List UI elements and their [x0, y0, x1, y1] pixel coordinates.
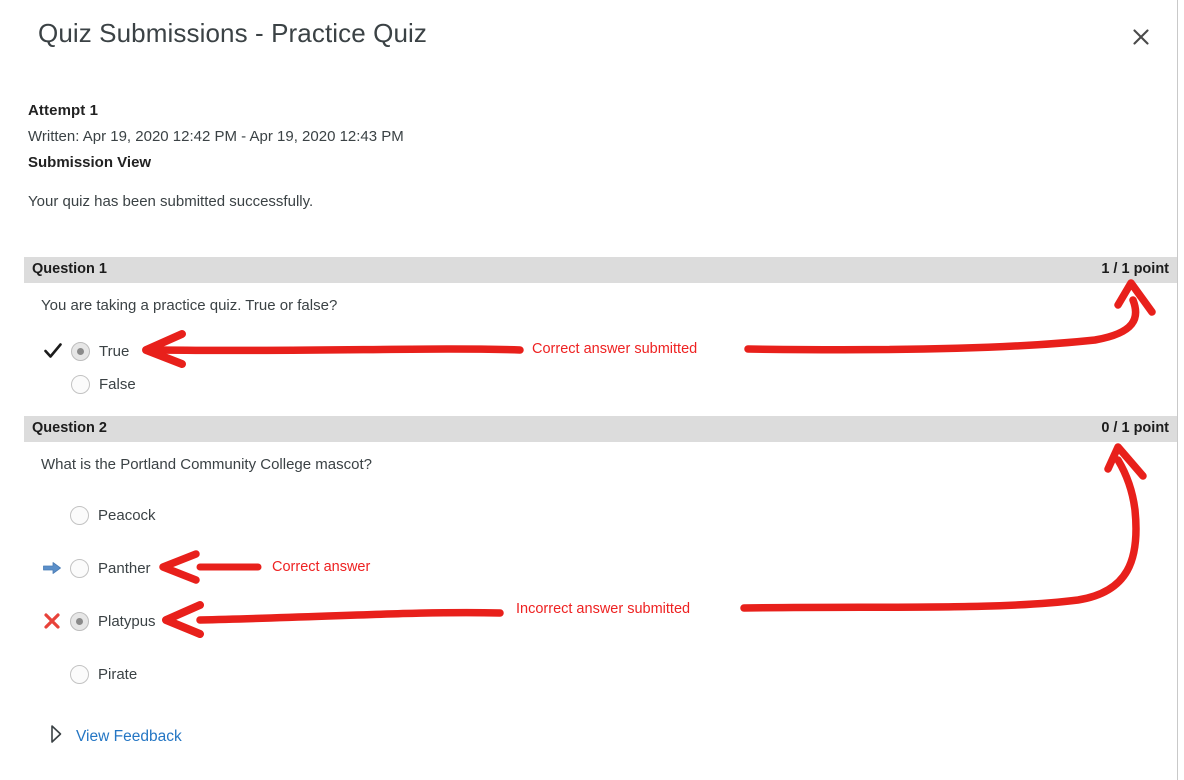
question-2-label: Question 2: [32, 420, 107, 436]
right-gutter: [1178, 0, 1184, 780]
option-label-false: False: [99, 375, 136, 393]
option-label-panther: Panther: [98, 559, 151, 577]
dialog-header: Quiz Submissions - Practice Quiz: [0, 0, 1177, 72]
arrow-right-icon: [40, 557, 64, 579]
radio-false[interactable]: [71, 374, 90, 394]
option-label-platypus: Platypus: [98, 612, 156, 630]
submission-status-message: Your quiz has been submitted successfull…: [28, 193, 314, 210]
question-2-option-panther[interactable]: Panther: [43, 556, 151, 580]
radio-pirate[interactable]: [70, 664, 89, 684]
attempt-info: Attempt 1 Written: Apr 19, 2020 12:42 PM…: [28, 102, 1128, 210]
check-icon: [41, 340, 65, 362]
radio-platypus[interactable]: [70, 611, 89, 631]
question-2-option-platypus[interactable]: Platypus: [44, 609, 156, 633]
question-1-header: Question 1 1 / 1 point: [24, 257, 1177, 283]
question-1-text: You are taking a practice quiz. True or …: [41, 297, 338, 314]
attempt-heading: Attempt 1: [28, 102, 99, 119]
submission-view-heading: Submission View: [28, 154, 152, 171]
page-title: Quiz Submissions - Practice Quiz: [38, 18, 427, 48]
close-icon[interactable]: [1125, 21, 1157, 53]
question-2-text: What is the Portland Community College m…: [41, 456, 372, 473]
question-2-option-peacock[interactable]: Peacock: [70, 503, 156, 527]
annotation-correct-answer-submitted: Correct answer submitted: [532, 341, 698, 357]
option-label-pirate: Pirate: [98, 665, 138, 683]
option-label-true: True: [99, 342, 130, 360]
question-1-points: 1 / 1 point: [1101, 261, 1169, 277]
question-1-option-true[interactable]: True: [44, 339, 130, 363]
radio-true[interactable]: [71, 341, 90, 361]
question-2-points: 0 / 1 point: [1101, 420, 1169, 436]
radio-panther[interactable]: [70, 558, 89, 578]
question-2-option-pirate[interactable]: Pirate: [70, 662, 137, 686]
question-1-label: Question 1: [32, 261, 107, 277]
triangle-right-icon: [50, 724, 62, 749]
view-feedback-link[interactable]: View Feedback: [50, 724, 182, 749]
quiz-submission-dialog: Quiz Submissions - Practice Quiz Attempt…: [0, 0, 1184, 780]
question-2-header: Question 2 0 / 1 point: [24, 416, 1177, 442]
radio-peacock[interactable]: [70, 505, 89, 525]
attempt-written-time: Written: Apr 19, 2020 12:42 PM - Apr 19,…: [28, 128, 404, 145]
x-icon: [40, 610, 64, 632]
option-label-peacock: Peacock: [98, 506, 156, 524]
question-1-option-false[interactable]: False: [71, 372, 136, 396]
view-feedback-label: View Feedback: [76, 727, 182, 745]
annotation-incorrect-answer-submitted: Incorrect answer submitted: [516, 601, 691, 617]
annotation-correct-answer: Correct answer: [272, 559, 371, 575]
